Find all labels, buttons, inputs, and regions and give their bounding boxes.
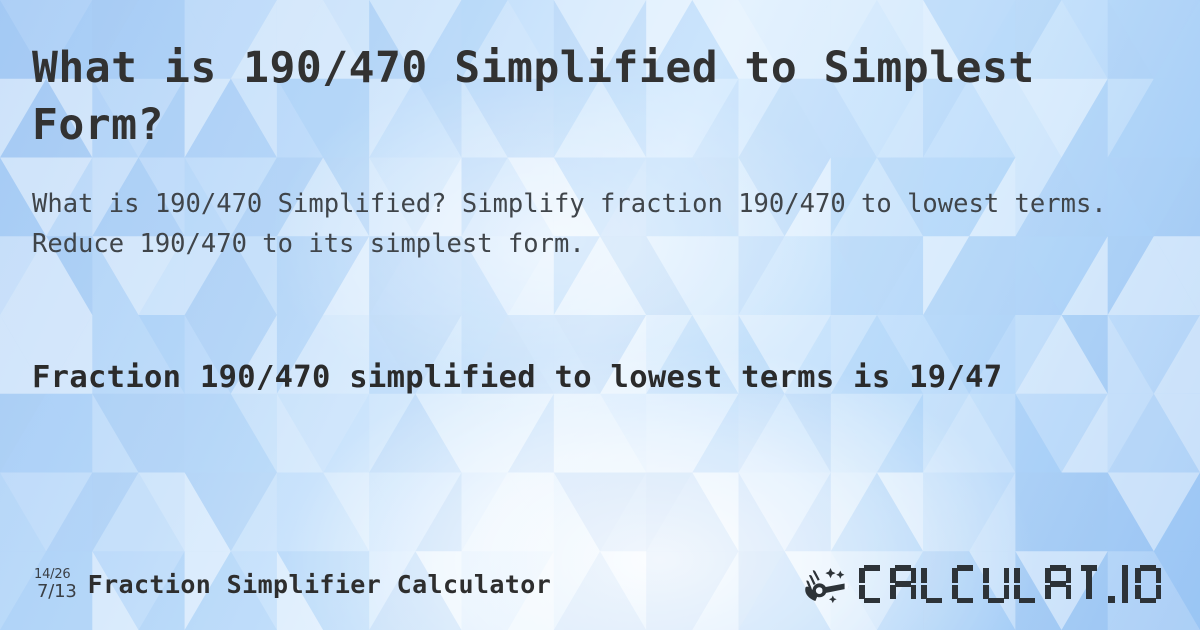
logo-char-u — [983, 565, 1009, 603]
content-area: What is 190/470 Simplified to Simplest F… — [0, 0, 1200, 630]
footer-brand-label: Fraction Simplifier Calculator — [87, 569, 552, 599]
logo-char-t — [1076, 565, 1102, 603]
result-statement: Fraction 190/470 simplified to lowest te… — [32, 360, 1003, 395]
logo-char-c — [859, 565, 885, 603]
logo-char-c2 — [952, 565, 978, 603]
site-logo[interactable] — [803, 562, 1166, 606]
logo-wordmark — [859, 565, 1166, 603]
footer: 14/26 7/13 Fraction Simplifier Calculato… — [0, 538, 1200, 630]
logo-char-a1 — [890, 565, 916, 603]
fraction-example-icon: 14/26 7/13 — [34, 567, 77, 601]
logo-char-i — [1121, 565, 1130, 603]
footer-left-group: 14/26 7/13 Fraction Simplifier Calculato… — [34, 567, 551, 601]
logo-char-dot — [1107, 565, 1116, 603]
logo-char-a2 — [1045, 565, 1071, 603]
logo-char-l1 — [921, 565, 947, 603]
logo-char-l2 — [1014, 565, 1040, 603]
fraction-example-before: 14/26 — [34, 567, 71, 582]
fraction-example-after: 7/13 — [37, 581, 77, 602]
hand-magic-wand-icon — [805, 568, 849, 604]
logo-char-o — [1135, 565, 1161, 603]
og-card: What is 190/470 Simplified to Simplest F… — [0, 0, 1200, 630]
page-description: What is 190/470 Simplified? Simplify fra… — [32, 189, 1123, 259]
page-title: What is 190/470 Simplified to Simplest F… — [32, 43, 1062, 150]
